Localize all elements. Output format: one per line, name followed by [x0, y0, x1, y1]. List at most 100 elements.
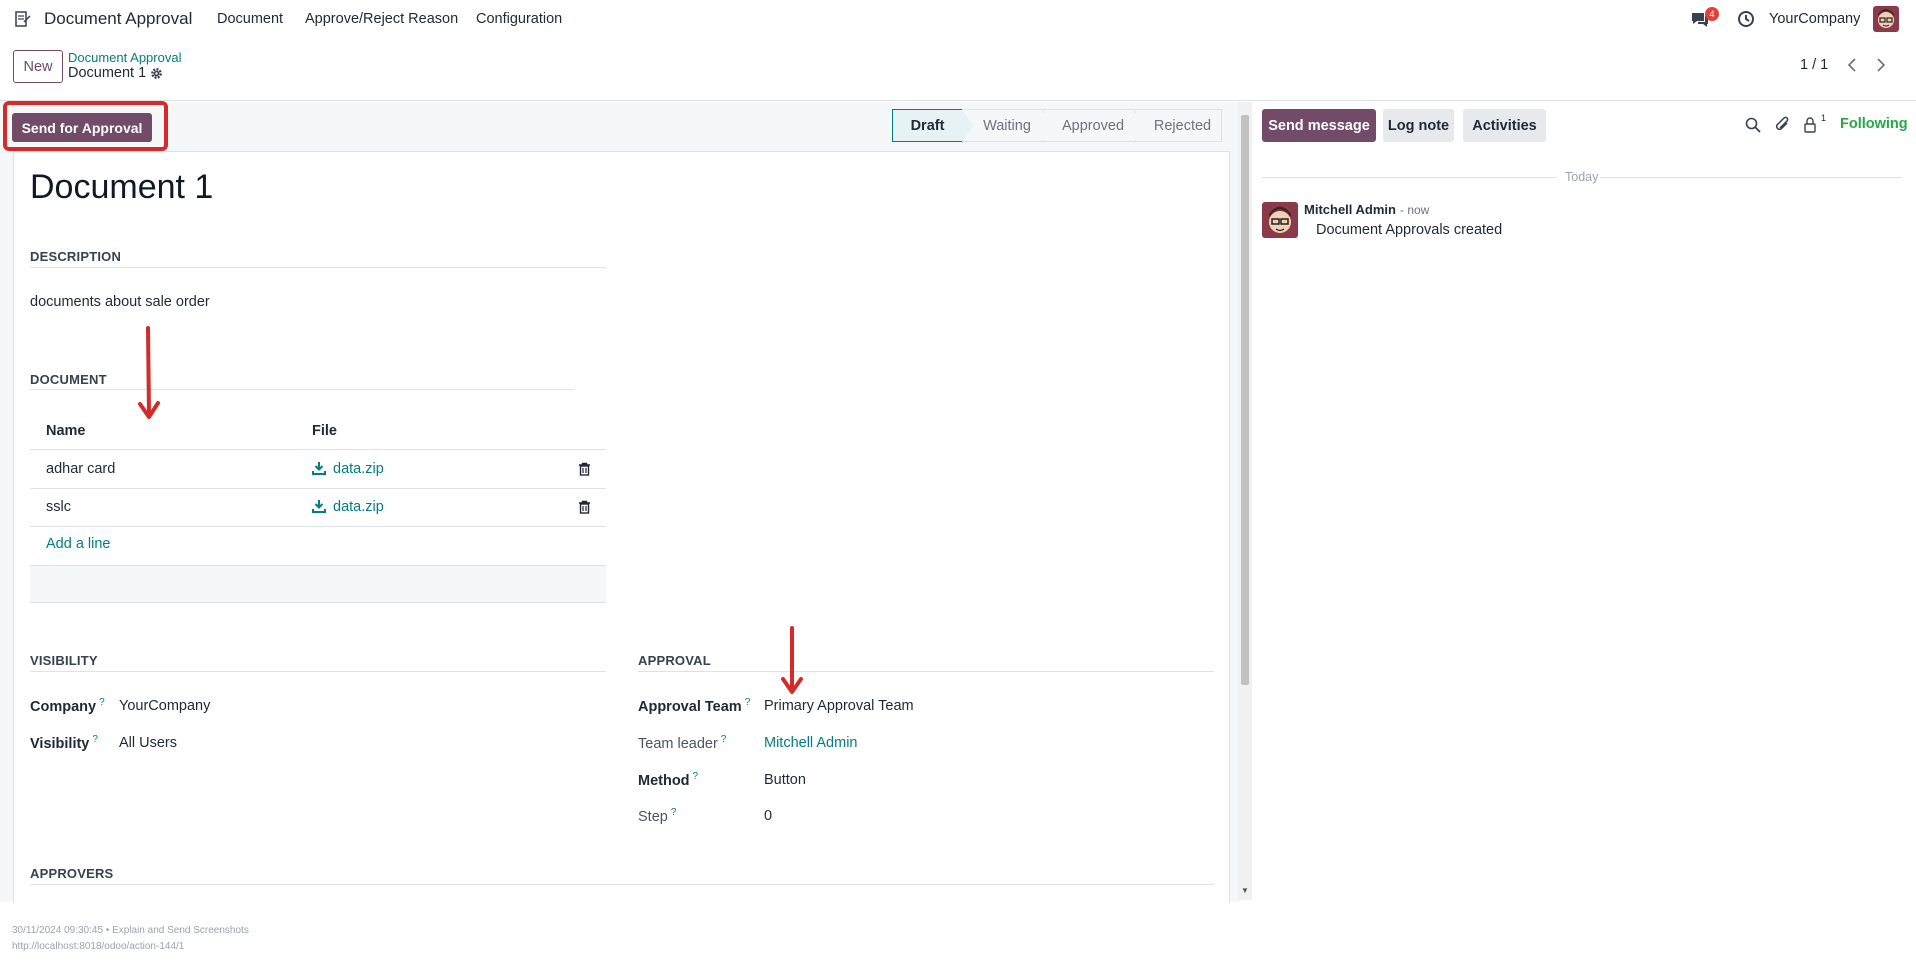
scroll-down-arrow-icon[interactable]: ▼ [1241, 886, 1249, 895]
menu-approve-reject-reason[interactable]: Approve/Reject Reason [305, 11, 458, 27]
team-leader-label-text: Team leader [638, 735, 718, 752]
following-button[interactable]: Following [1840, 116, 1908, 132]
pager-previous-button[interactable] [1839, 52, 1865, 78]
help-tooltip-icon[interactable]: ? [671, 807, 677, 818]
chevron-right-icon [1877, 58, 1886, 72]
step-label-text: Step [638, 808, 668, 825]
table-divider [30, 526, 606, 527]
table-divider [30, 488, 606, 489]
paperclip-icon[interactable] [1774, 116, 1792, 134]
company-field[interactable]: YourCompany [119, 698, 210, 714]
column-header-file[interactable]: File [312, 423, 337, 439]
status-stages: Draft Waiting Approved Rejected [892, 109, 1222, 143]
annotation-arrow-icon [138, 326, 160, 419]
method-label-text: Method [638, 772, 690, 789]
row-name-cell: sslc [46, 499, 71, 515]
add-line-link[interactable]: Add a line [46, 536, 111, 552]
trash-icon[interactable] [578, 462, 591, 476]
message-author[interactable]: Mitchell Admin [1304, 202, 1396, 217]
section-divider [30, 671, 606, 672]
team-leader-label: Team leader? [638, 734, 726, 752]
method-label: Method? [638, 771, 698, 789]
approval-team-label-text: Approval Team [638, 698, 742, 715]
breadcrumb-current: Document 1 [68, 65, 147, 81]
user-avatar[interactable] [1873, 6, 1899, 32]
stage-rejected-label: Rejected [1153, 117, 1212, 134]
visibility-label-text: Visibility [30, 735, 90, 752]
stage-waiting[interactable]: Waiting [962, 109, 1054, 143]
approvers-section-title: APPROVERS [30, 866, 114, 881]
search-icon[interactable] [1744, 116, 1762, 134]
row-name-cell: adhar card [46, 461, 116, 477]
stage-rejected[interactable]: Rejected [1136, 109, 1222, 142]
section-divider [30, 389, 574, 390]
stage-approved[interactable]: Approved [1044, 109, 1146, 143]
app-menu-icon[interactable] [14, 10, 32, 28]
follower-icon[interactable] [1802, 116, 1820, 134]
help-tooltip-icon[interactable]: ? [745, 697, 751, 708]
message-author-avatar[interactable] [1262, 202, 1298, 238]
stage-waiting-label: Waiting [983, 117, 1031, 134]
activity-clock-icon[interactable] [1737, 10, 1755, 28]
visibility-section-title: VISIBILITY [30, 653, 98, 668]
column-header-name[interactable]: Name [46, 423, 86, 439]
pager-value[interactable]: 1 / 1 [1800, 57, 1828, 73]
menu-document[interactable]: Document [217, 11, 283, 27]
control-panel: New Document Approval Document 1 1 / 1 [0, 38, 1916, 101]
approval-team-field[interactable]: Primary Approval Team [764, 698, 914, 714]
new-button[interactable]: New [13, 50, 63, 83]
description-field[interactable]: documents about sale order [30, 294, 210, 310]
table-divider [30, 449, 606, 450]
date-divider [1262, 177, 1557, 178]
file-link[interactable]: data.zip [333, 499, 384, 515]
document-title[interactable]: Document 1 [30, 168, 213, 207]
footer-timestamp: 30/11/2024 09:30:45 • Explain and Send S… [12, 925, 249, 936]
app-title[interactable]: Document Approval [44, 9, 192, 29]
follower-count: 1 [1821, 113, 1827, 123]
section-divider [30, 267, 606, 268]
scrollbar-thumb[interactable] [1241, 115, 1249, 685]
help-tooltip-icon[interactable]: ? [693, 771, 699, 782]
send-message-button[interactable]: Send message [1262, 109, 1376, 142]
visibility-field[interactable]: All Users [119, 735, 177, 751]
chevron-left-icon [1847, 58, 1856, 72]
section-divider [638, 671, 1214, 672]
message-time: - now [1400, 203, 1430, 217]
help-tooltip-icon[interactable]: ? [721, 734, 727, 745]
help-tooltip-icon[interactable]: ? [99, 697, 105, 708]
download-icon[interactable] [312, 499, 326, 513]
activities-button[interactable]: Activities [1463, 109, 1546, 142]
document-section-title: DOCUMENT [30, 372, 107, 387]
log-note-button[interactable]: Log note [1383, 109, 1454, 142]
approval-team-label: Approval Team? [638, 697, 750, 715]
annotation-highlight-box [3, 101, 168, 151]
breadcrumb-parent[interactable]: Document Approval [68, 50, 181, 65]
menu-configuration[interactable]: Configuration [476, 11, 562, 27]
section-divider [30, 884, 1214, 885]
form-sheet [13, 151, 1230, 903]
download-icon[interactable] [312, 461, 326, 475]
company-switcher[interactable]: YourCompany [1769, 11, 1860, 27]
top-navbar: Document Approval Document Approve/Rejec… [0, 0, 1916, 38]
message-body: Document Approvals created [1316, 222, 1503, 238]
method-field[interactable]: Button [764, 772, 806, 788]
help-tooltip-icon[interactable]: ? [92, 734, 98, 745]
file-link[interactable]: data.zip [333, 461, 384, 477]
approval-section-title: APPROVAL [638, 653, 711, 668]
pager-next-button[interactable] [1868, 52, 1894, 78]
step-field[interactable]: 0 [764, 808, 772, 824]
stage-approved-label: Approved [1061, 117, 1125, 134]
stage-draft[interactable]: Draft [892, 109, 974, 143]
annotation-arrow-icon [781, 626, 803, 694]
visibility-label: Visibility? [30, 734, 98, 752]
company-label-text: Company [30, 698, 97, 715]
date-divider [1600, 177, 1902, 178]
gear-icon[interactable] [150, 67, 163, 80]
company-label: Company? [30, 697, 105, 715]
step-label: Step? [638, 807, 676, 825]
table-footer [30, 565, 606, 603]
trash-icon[interactable] [578, 500, 591, 514]
description-section-title: DESCRIPTION [30, 249, 122, 264]
stage-draft-label: Draft [910, 117, 945, 134]
team-leader-link[interactable]: Mitchell Admin [764, 735, 857, 751]
